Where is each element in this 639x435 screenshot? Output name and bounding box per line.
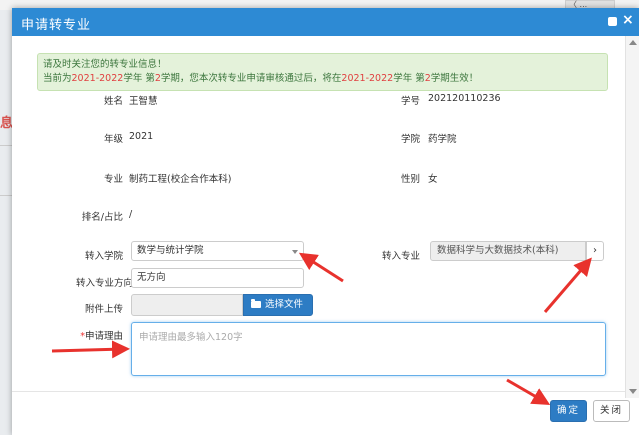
notice-line-1: 请及时关注您的转专业信息！	[43, 59, 167, 70]
grade-value: 2021	[129, 131, 154, 142]
scrollbar[interactable]	[625, 36, 639, 398]
chevron-down-icon	[292, 250, 298, 254]
footer-divider	[12, 391, 625, 392]
student-id-label: 学号	[400, 96, 420, 107]
select-major-button[interactable]: ›	[586, 241, 604, 261]
dialog-title: 申请转专业	[21, 18, 92, 33]
transfer-major-dialog: 申请转专业 × 请及时关注您的转专业信息！ 当前为2021-2022学年 第2学…	[12, 8, 639, 435]
target-college-label: 转入学院	[84, 251, 123, 262]
rank-label: 排名/占比	[81, 212, 123, 223]
name-value: 王智慧	[129, 96, 158, 107]
gender-value: 女	[428, 174, 438, 185]
target-major-label: 转入专业	[381, 251, 420, 262]
major-value: 制药工程(校企合作本科)	[129, 174, 232, 185]
college-label: 学院	[400, 134, 420, 145]
close-icon[interactable]: ×	[622, 12, 634, 28]
target-direction-value: 无方向	[137, 272, 166, 283]
reason-label: 申请理由	[84, 331, 123, 342]
target-college-value: 数学与统计学院	[137, 245, 204, 256]
folder-open-icon	[251, 299, 261, 308]
reason-label-wrap: *申请理由	[80, 328, 123, 342]
maximize-icon[interactable]	[608, 17, 617, 26]
confirm-button[interactable]: 确定	[550, 400, 587, 422]
major-label: 专业	[103, 174, 123, 185]
college-value: 药学院	[428, 134, 457, 145]
close-button[interactable]: 关闭	[593, 400, 630, 422]
target-direction-label: 转入专业方向	[75, 278, 133, 289]
reason-textarea[interactable]: 申请理由最多输入120字	[131, 322, 606, 376]
target-major-field: 数据科学与大数据技术(本科)	[430, 241, 586, 261]
student-id-value: 202120110236	[428, 93, 501, 104]
dialog-header: 申请转专业 ×	[12, 8, 639, 36]
notice-line-2: 当前为2021-2022学年 第2学期，您本次转专业申请审核通过后，将在2021…	[43, 73, 479, 84]
attachment-label: 附件上传	[84, 304, 123, 315]
scroll-up-icon[interactable]	[629, 40, 637, 45]
gender-label: 性别	[400, 174, 420, 185]
rank-value: /	[129, 209, 133, 220]
choose-file-button[interactable]: 选择文件	[243, 294, 313, 316]
grade-label: 年级	[103, 134, 123, 145]
attachment-input[interactable]	[131, 294, 243, 316]
name-label: 姓名	[103, 96, 123, 107]
notice-alert: 请及时关注您的转专业信息！ 当前为2021-2022学年 第2学期，您本次转专业…	[37, 53, 608, 91]
scroll-down-icon[interactable]	[629, 389, 637, 394]
target-college-select[interactable]: 数学与统计学院	[131, 241, 304, 261]
choose-file-label: 选择文件	[265, 299, 304, 310]
target-direction-select[interactable]: 无方向	[131, 268, 304, 288]
